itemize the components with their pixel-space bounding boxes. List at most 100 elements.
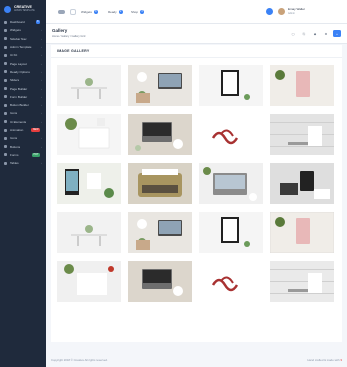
gallery-image[interactable] (57, 65, 121, 106)
menu-icon (4, 53, 7, 57)
gallery-image[interactable] (128, 261, 192, 302)
sidebar-item[interactable]: Button Builder › (0, 101, 46, 109)
sidebar-item-label: Sidebar Nav (10, 36, 27, 41)
gallery-image[interactable] (128, 212, 192, 253)
menu-icon (4, 111, 7, 115)
menu-icon (4, 136, 7, 140)
sidebar-item[interactable]: Page Layout › (0, 60, 46, 68)
gallery-image[interactable] (270, 65, 334, 106)
fullscreen-button[interactable] (70, 9, 76, 15)
sidebar-badge: 8 (35, 20, 40, 24)
chevron-right-icon: › (41, 103, 42, 108)
gallery-photo (221, 70, 250, 100)
sidebar-item-label: Button Builder (10, 103, 29, 108)
sidebar-item[interactable]: Tables › (0, 159, 46, 167)
gallery-photo (270, 269, 334, 294)
menu-icon (4, 37, 7, 41)
sidebar-item[interactable]: Page Builder › (0, 84, 46, 92)
brand-tagline: ADMIN TEMPLATE (14, 9, 35, 12)
gallery-photo (280, 171, 330, 199)
gallery-image[interactable] (199, 114, 263, 155)
footer: Copyright 2018 © Creative All rights res… (46, 350, 347, 367)
bookmark-icon[interactable]: ◆ (311, 30, 319, 37)
gallery-photo (211, 129, 239, 145)
divider (51, 57, 342, 58)
gallery-title: IMAGE GALLERY (57, 49, 90, 53)
user-menu[interactable]: Emay Walter Admin (278, 8, 305, 15)
gallery-image[interactable] (57, 114, 121, 155)
copy-icon[interactable]: ⎘ (300, 30, 308, 37)
sidebar-item-label: Icons (10, 111, 18, 116)
gallery-photo (270, 65, 334, 106)
menu-count: 8 (93, 10, 98, 14)
brand-logo[interactable]: CREATIVE ADMIN TEMPLATE (4, 3, 44, 15)
chevron-right-icon: › (41, 111, 42, 116)
chevron-right-icon: › (41, 144, 42, 149)
sidebar-item[interactable]: Admin Template › (0, 43, 46, 51)
sidebar-toggle[interactable] (58, 10, 65, 14)
gallery-image[interactable] (128, 114, 192, 155)
gallery-photo (142, 269, 183, 296)
gallery-image[interactable] (199, 65, 263, 106)
gallery-image[interactable] (199, 261, 263, 302)
sidebar-item-label: Ui Elements (10, 119, 27, 124)
sidebar-item-label: Icons (10, 136, 18, 141)
menu-icon (4, 45, 7, 49)
gallery-image[interactable] (270, 114, 334, 155)
gallery-image[interactable] (57, 212, 121, 253)
sidebar-item[interactable]: Dashboard 8 (0, 18, 46, 26)
gallery-photo (138, 169, 182, 197)
sidebar-item[interactable]: Sidebar Nav › (0, 35, 46, 43)
sidebar-item[interactable]: Animation NEW (0, 126, 46, 134)
calendar-icon[interactable]: ▢ (289, 30, 297, 37)
menu-icon (4, 161, 7, 165)
sidebar-item[interactable]: Icons › (0, 134, 46, 142)
sidebar-item[interactable]: Ui Elements › (0, 118, 46, 126)
gallery-image[interactable] (199, 163, 263, 204)
sidebar-item[interactable]: Buttons › (0, 143, 46, 151)
breadcrumb: Home / Gallery / Gallery Grid (52, 35, 86, 38)
chevron-right-icon: › (41, 61, 42, 66)
sidebar-item-label: Page Builder (10, 86, 28, 91)
menu-icon (4, 120, 7, 124)
menu-icon (4, 145, 7, 149)
sidebar-item-label: Form Builder (10, 94, 28, 99)
menu-icon (4, 103, 7, 107)
chevron-right-icon: › (41, 53, 42, 58)
sidebar-item-label: Animation (10, 128, 24, 133)
menu-ready[interactable]: Ready 2 (108, 10, 123, 14)
menu-shop[interactable]: Shop 3 (131, 10, 145, 14)
settings-icon[interactable]: ⚙ (322, 30, 330, 37)
chevron-right-icon: › (41, 28, 42, 33)
gallery-photo (65, 118, 110, 149)
sidebar-item[interactable]: Icons › (0, 109, 46, 117)
menu-label: Widgets (81, 10, 92, 14)
gallery-photo (64, 264, 114, 295)
sidebar-item[interactable]: Widgets › (0, 26, 46, 34)
gallery-image[interactable] (57, 261, 121, 302)
menu-icon (4, 70, 7, 74)
gallery-image[interactable] (128, 65, 192, 106)
sidebar-item[interactable]: Form Builder › (0, 93, 46, 101)
gallery-image[interactable] (199, 212, 263, 253)
sidebar-item[interactable]: Ui Kit › (0, 51, 46, 59)
gallery-image[interactable] (270, 212, 334, 253)
menu-icon (4, 62, 7, 66)
gallery-image[interactable] (270, 261, 334, 302)
chevron-right-icon: › (41, 86, 42, 91)
gallery-photo (65, 169, 114, 198)
sidebar-item[interactable]: Forms HOT (0, 151, 46, 159)
gallery-image[interactable] (270, 163, 334, 204)
user-role: Admin (288, 11, 295, 15)
sidebar-item-label: Admin Template (10, 45, 32, 50)
add-icon[interactable]: + (333, 30, 341, 37)
sidebar: CREATIVE ADMIN TEMPLATE Dashboard 8 Widgets… (0, 0, 46, 367)
gallery-photo (71, 78, 107, 99)
menu-widgets[interactable]: Widgets 8 (81, 10, 98, 14)
sidebar-item[interactable]: Sliders › (0, 76, 46, 84)
gallery-image[interactable] (128, 163, 192, 204)
notification-icon[interactable] (266, 8, 273, 15)
sidebar-item[interactable]: Ready Options › (0, 68, 46, 76)
gallery-image[interactable] (57, 163, 121, 204)
sidebar-item-label: Ready Options (10, 69, 30, 74)
